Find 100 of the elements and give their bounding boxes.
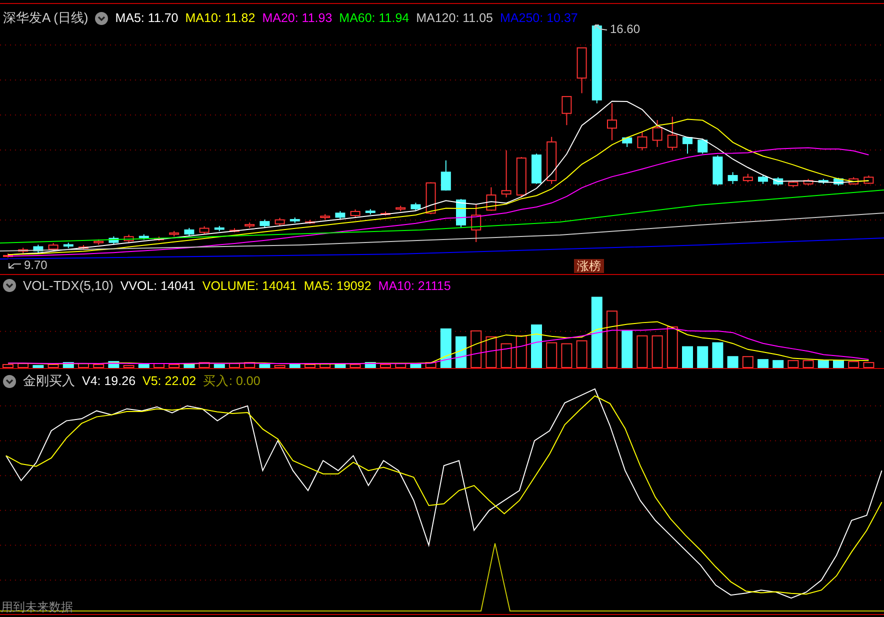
volume-bar — [486, 336, 497, 368]
candlestick — [396, 205, 406, 212]
volume-bar — [742, 356, 754, 368]
volume-bar — [788, 360, 799, 368]
volume-bar — [138, 364, 150, 368]
candlestick — [199, 226, 210, 235]
chevron-down-icon[interactable] — [3, 374, 16, 388]
candlestick — [682, 136, 692, 154]
indicator-value: MA20: 11.93 — [262, 11, 332, 25]
indicator-value: V5: 22.02 — [142, 374, 196, 388]
volume-bar — [62, 362, 74, 368]
volume-bar — [833, 360, 844, 368]
volume-bar — [259, 364, 270, 368]
volume-bar — [500, 343, 512, 368]
candlestick — [94, 238, 104, 246]
candlestick — [848, 176, 859, 186]
volume-bar — [727, 356, 738, 368]
candlestick — [33, 244, 44, 254]
candlestick — [471, 204, 482, 243]
chart-title: VOL-TDX(5,10) — [23, 278, 114, 293]
volume-bar — [576, 340, 588, 368]
candlestick — [138, 234, 149, 240]
volume-bar — [712, 342, 724, 368]
volume-bar — [395, 363, 406, 368]
candlestick — [426, 182, 436, 215]
candlestick — [576, 47, 587, 94]
candlestick — [501, 150, 512, 198]
candlestick — [773, 176, 784, 186]
volume-bar — [652, 335, 663, 368]
volume-bar — [168, 364, 180, 368]
candlestick — [864, 175, 874, 184]
volume-bar — [184, 363, 195, 368]
candlestick — [18, 247, 28, 254]
chevron-down-icon[interactable] — [95, 12, 108, 24]
volume-bar — [440, 328, 452, 368]
candlestick — [214, 225, 224, 232]
volume-bar — [32, 365, 44, 368]
volume-bar — [802, 360, 814, 368]
candlestick — [244, 222, 255, 228]
volume-bar — [244, 362, 256, 368]
candlestick — [260, 219, 270, 228]
candlestick — [410, 202, 421, 212]
chevron-down-icon[interactable] — [3, 279, 16, 292]
volume-bar — [531, 324, 542, 368]
volume-bar — [561, 343, 572, 368]
candlestick — [788, 180, 798, 188]
candlestick — [712, 154, 723, 186]
volume-bar — [320, 363, 331, 368]
indicator-value: MA60: 11.94 — [339, 11, 410, 25]
volume-bar — [772, 360, 784, 368]
volume-bar — [818, 360, 829, 368]
candlestick — [274, 217, 285, 226]
volume-bar — [863, 362, 874, 368]
volume-bar — [304, 364, 316, 368]
candlestick — [154, 236, 164, 242]
volume-bar — [636, 335, 648, 368]
volume-bar — [229, 363, 240, 368]
volume-bar — [18, 363, 29, 368]
volume-bar — [2, 364, 14, 368]
indicator-value: MA5: 19092 — [304, 278, 372, 292]
candlestick — [78, 244, 88, 250]
chart-title: 金刚买入 — [23, 372, 75, 390]
candlestick — [667, 116, 678, 151]
candlestick — [48, 242, 58, 252]
volume-bar — [48, 364, 59, 368]
candlestick — [728, 172, 738, 184]
volume-bar — [622, 330, 633, 368]
candlestick — [335, 210, 346, 220]
volume-bar — [123, 365, 134, 368]
volume-bar — [470, 330, 482, 368]
candlestick — [124, 234, 134, 244]
volume-bar — [289, 364, 300, 368]
candlestick — [63, 242, 74, 249]
candlestick — [108, 236, 119, 245]
candlestick — [350, 208, 360, 218]
volume-bar — [425, 362, 436, 368]
candlestick — [698, 138, 708, 154]
indicator-value: MA120: 11.05 — [416, 11, 494, 25]
volume-bar — [334, 363, 346, 368]
pointer-arrow-icon — [8, 260, 22, 270]
rank-badge: 涨榜 — [574, 259, 604, 273]
candlestick — [486, 186, 496, 212]
volume-bar — [697, 346, 708, 368]
volume-bar — [274, 365, 286, 368]
volume-bar — [666, 326, 678, 368]
volume-bar — [758, 359, 768, 368]
candlestick — [440, 160, 451, 192]
price-label: 16.60 — [610, 22, 640, 36]
candlestick — [607, 102, 617, 141]
volume-bar — [516, 335, 527, 368]
indicator-value: MA5: 11.70 — [115, 11, 178, 25]
candlestick — [622, 136, 632, 148]
candlestick — [742, 173, 753, 183]
volume-bar — [78, 363, 89, 368]
volume-bar — [214, 364, 225, 368]
indicator-value: VOLUME: 14041 — [202, 278, 297, 292]
candlestick — [456, 198, 466, 228]
candlestick — [803, 178, 814, 186]
volume-bar — [154, 363, 164, 368]
price-label: 9.70 — [24, 259, 48, 272]
